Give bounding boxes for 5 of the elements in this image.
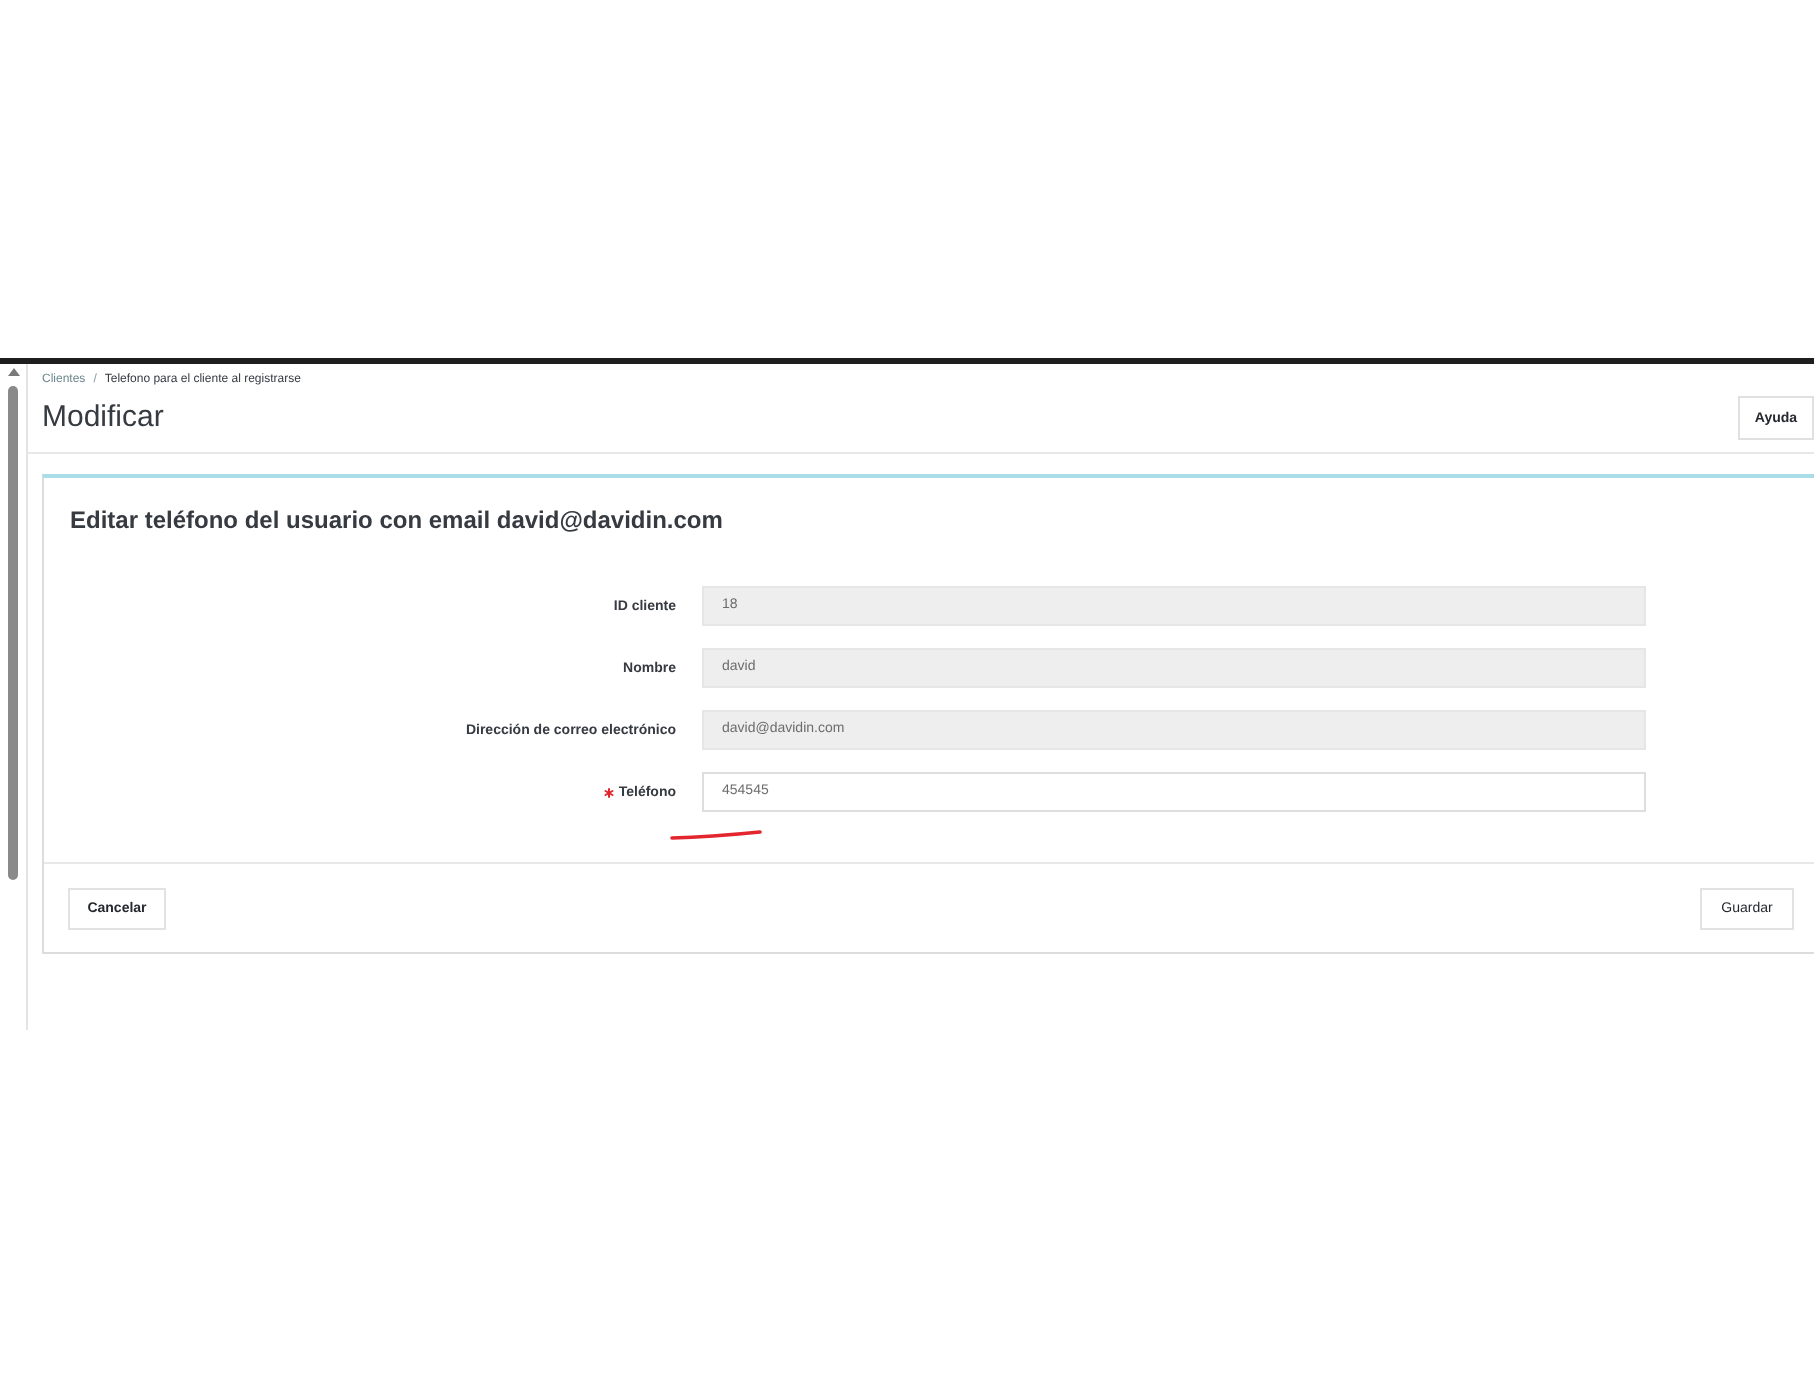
page-title: Modificar (42, 398, 164, 438)
hand-drawn-underline (670, 830, 762, 840)
card-title: Editar teléfono del usuario con email david@davidin.com (70, 504, 723, 536)
scroll-up-arrow-icon[interactable] (7, 368, 19, 376)
scrollbar-thumb[interactable] (8, 386, 18, 880)
